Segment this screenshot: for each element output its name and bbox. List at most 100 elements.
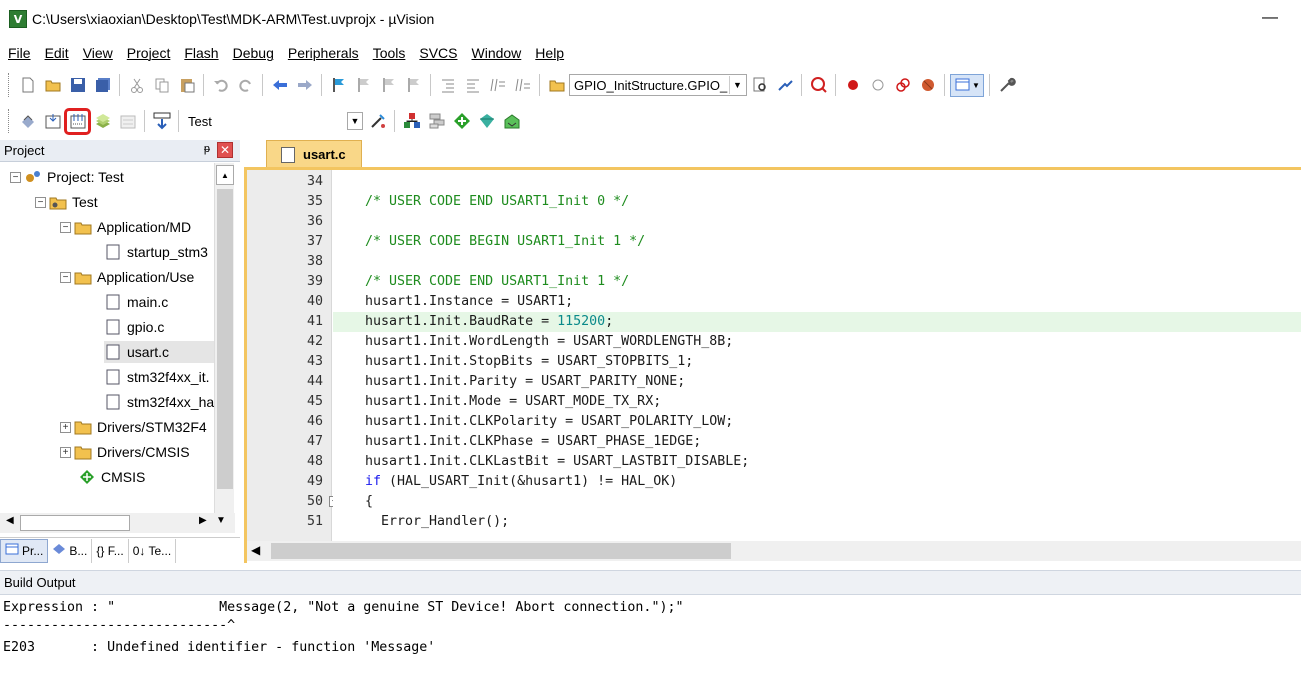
scroll-left-icon[interactable]: ◀ [6, 515, 14, 526]
tab-templates[interactable]: 0↓ Te... [129, 538, 177, 563]
expand-toggle[interactable]: + [60, 421, 71, 433]
tree-item-usart-c[interactable]: usart.c [104, 341, 214, 363]
kill-all-breakpoints-icon[interactable] [916, 74, 939, 97]
comment-icon[interactable] [486, 74, 509, 97]
scroll-down-icon[interactable]: ▼ [216, 515, 226, 526]
redo-icon[interactable] [234, 74, 257, 97]
save-icon[interactable] [66, 74, 89, 97]
prev-bookmark-icon[interactable] [352, 74, 375, 97]
chevron-down-icon[interactable]: ▼ [347, 112, 363, 130]
indent-icon[interactable] [436, 74, 459, 97]
copy-icon[interactable] [150, 74, 173, 97]
menu-svcs[interactable]: SVCS [412, 45, 464, 61]
editor-hscrollbar[interactable]: ◀ [247, 541, 1301, 561]
cut-icon[interactable] [125, 74, 148, 97]
debug-session-icon[interactable] [807, 74, 830, 97]
collapse-toggle[interactable]: − [35, 196, 46, 208]
menu-window[interactable]: Window [465, 45, 529, 61]
manage-rte-icon[interactable] [450, 110, 473, 133]
stop-build-icon[interactable] [116, 110, 139, 133]
navigate-back-icon[interactable] [268, 74, 291, 97]
undo-icon[interactable] [209, 74, 232, 97]
download-load-icon[interactable] [150, 110, 173, 133]
menu-edit[interactable]: Edit [38, 45, 76, 61]
target-combo[interactable]: Test ▼ [183, 110, 365, 132]
menu-tools[interactable]: Tools [366, 45, 413, 61]
pack-installer-box-icon[interactable] [500, 110, 523, 133]
menu-flash[interactable]: Flash [177, 45, 225, 61]
tab-books[interactable]: B... [48, 538, 93, 563]
menu-help[interactable]: Help [528, 45, 571, 61]
build-output-pane[interactable]: Expression : " Message(2, "Not a genuine… [0, 596, 1301, 679]
configure-wrench-icon[interactable] [995, 74, 1018, 97]
pack-installer-icon[interactable] [475, 110, 498, 133]
unindent-icon[interactable] [461, 74, 484, 97]
bookmark-icon[interactable] [327, 74, 350, 97]
tree-item-target-test[interactable]: − Test [35, 191, 98, 213]
tab-project[interactable]: Pr... [0, 538, 49, 563]
tree-item-group-app-mdk[interactable]: − Application/MD [60, 216, 191, 238]
menu-debug[interactable]: Debug [226, 45, 281, 61]
navigate-forward-icon[interactable] [293, 74, 316, 97]
collapse-toggle[interactable]: − [60, 271, 71, 283]
scroll-right-icon[interactable]: ▶ [199, 515, 207, 526]
tree-item-cmsis-component[interactable]: CMSIS [78, 466, 145, 488]
tab-usart-c[interactable]: usart.c [266, 140, 362, 168]
build-icon[interactable] [41, 110, 64, 133]
tree-item-stm32f4xx-hal[interactable]: stm32f4xx_ha [104, 391, 214, 413]
scroll-left-icon[interactable]: ◀ [251, 543, 260, 557]
tree-item-drivers-cmsis[interactable]: + Drivers/CMSIS [60, 441, 190, 463]
scroll-thumb[interactable] [20, 515, 130, 531]
collapse-toggle[interactable]: − [10, 171, 21, 183]
toolbar-separator [539, 74, 540, 96]
tree-item-project-root[interactable]: − Project: Test [10, 166, 124, 188]
new-file-icon[interactable] [16, 74, 39, 97]
tree-item-drivers-stm32[interactable]: + Drivers/STM32F4 [60, 416, 207, 438]
tree-item-gpio-c[interactable]: gpio.c [104, 316, 164, 338]
menu-view[interactable]: View [76, 45, 120, 61]
paste-icon[interactable] [175, 74, 198, 97]
next-bookmark-icon[interactable] [377, 74, 400, 97]
menu-file[interactable]: File [1, 45, 38, 61]
save-all-icon[interactable] [91, 74, 114, 97]
options-for-target-icon[interactable] [366, 110, 389, 133]
translate-icon[interactable] [16, 110, 39, 133]
tree-item-stm32f4xx-it[interactable]: stm32f4xx_it. [104, 366, 209, 388]
menu-peripherals[interactable]: Peripherals [281, 45, 366, 61]
select-packs-icon[interactable] [425, 110, 448, 133]
manage-project-items-icon[interactable] [400, 110, 423, 133]
tab-functions[interactable]: {} F... [92, 538, 129, 563]
tree-item-startup-file[interactable]: startup_stm3 [104, 241, 208, 263]
close-panel-button[interactable]: ✕ [217, 142, 233, 158]
uncomment-icon[interactable] [511, 74, 534, 97]
collapse-toggle[interactable]: − [60, 221, 71, 233]
rebuild-icon[interactable] [64, 107, 91, 135]
tab-label: usart.c [303, 147, 346, 162]
expand-toggle[interactable]: + [60, 446, 71, 458]
disable-all-breakpoints-icon[interactable] [891, 74, 914, 97]
scroll-thumb[interactable] [217, 189, 233, 489]
breakpoint-icon[interactable] [841, 74, 864, 97]
minimize-button[interactable]: — [1255, 4, 1285, 32]
clear-bookmarks-icon[interactable] [402, 74, 425, 97]
open-folder-icon[interactable] [41, 74, 64, 97]
batch-build-icon[interactable] [91, 110, 114, 133]
find-combo[interactable]: GPIO_InitStructure.GPIO_ ▼ [569, 74, 747, 96]
window-layout-icon[interactable]: ▼ [950, 73, 984, 97]
disable-breakpoint-icon[interactable] [866, 74, 889, 97]
chevron-down-icon[interactable]: ▼ [729, 76, 745, 94]
project-tree-vscrollbar[interactable]: ▲ [214, 163, 234, 515]
toolbar-grip[interactable] [8, 109, 11, 133]
incremental-find-icon[interactable] [773, 74, 796, 97]
pin-icon[interactable]: ᵽ [204, 143, 210, 155]
find-in-files-icon[interactable] [545, 74, 568, 97]
scroll-thumb[interactable] [271, 543, 731, 559]
menu-project[interactable]: Project [120, 45, 178, 61]
tree-item-main-c[interactable]: main.c [104, 291, 168, 313]
toolbar-grip[interactable] [8, 73, 11, 97]
tree-item-group-app-user[interactable]: − Application/Use [60, 266, 194, 288]
scroll-up-icon[interactable]: ▲ [216, 165, 234, 185]
project-tree-hscrollbar[interactable]: ◀ ▶ ▼ [0, 513, 235, 533]
code-editor[interactable]: /* USER CODE END USART1_Init 0 */ /* USE… [333, 170, 1301, 541]
find-icon[interactable] [748, 74, 771, 97]
